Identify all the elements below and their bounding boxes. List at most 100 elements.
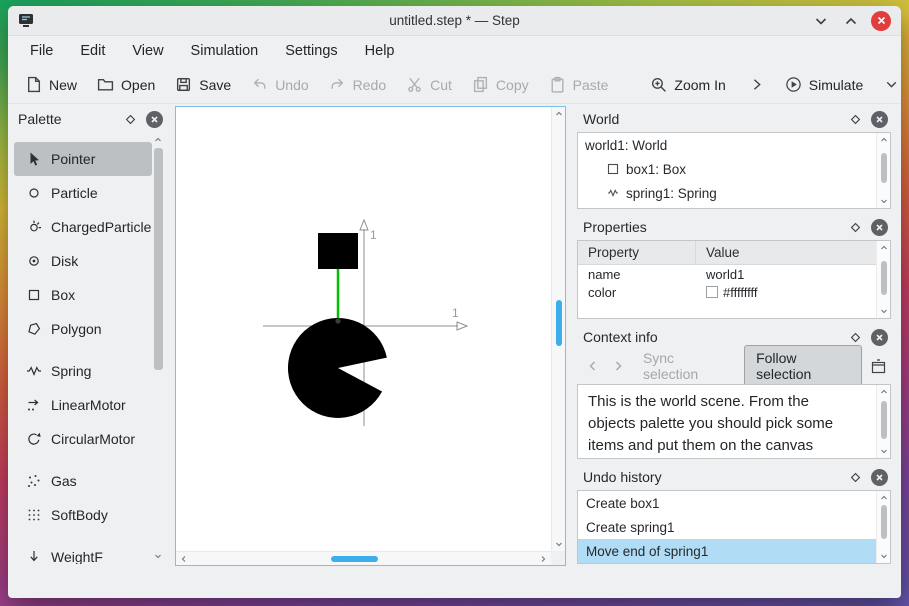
canvas-vscroll-thumb[interactable] <box>556 300 562 346</box>
zoom-in-button[interactable]: Zoom In <box>641 70 734 99</box>
scroll-up-icon[interactable] <box>555 110 563 118</box>
palette-item-circularmotor[interactable]: CircularMotor <box>14 422 152 456</box>
context-back-button[interactable] <box>585 357 602 375</box>
menu-view[interactable]: View <box>132 43 163 59</box>
palette-item-softbody[interactable]: SoftBody <box>14 498 152 532</box>
palette-item-particle[interactable]: Particle <box>14 176 152 210</box>
properties-scrollbar-thumb[interactable] <box>881 261 887 295</box>
palette-scrollbar <box>152 134 165 564</box>
context-close-button[interactable] <box>871 328 888 346</box>
properties-float-button[interactable] <box>846 218 864 236</box>
scroll-up-icon[interactable] <box>154 136 162 144</box>
context-info-panel-title: Context info <box>583 329 658 345</box>
world-scrollbar-thumb[interactable] <box>881 153 887 183</box>
palette-item-linearmotor[interactable]: LinearMotor <box>14 388 152 422</box>
palette-item-label: Spring <box>51 363 92 379</box>
properties-close-button[interactable] <box>871 218 888 236</box>
box1-object[interactable] <box>318 233 358 269</box>
world-close-button[interactable] <box>871 110 888 128</box>
menu-simulation[interactable]: Simulation <box>191 43 259 59</box>
tree-item-label: spring1: Spring <box>626 185 717 201</box>
properties-table-header[interactable]: Property Value <box>578 241 890 265</box>
canvas-hscroll-thumb[interactable] <box>331 556 378 562</box>
undo-history-close-button[interactable] <box>871 468 888 486</box>
scroll-left-icon[interactable] <box>180 555 188 563</box>
palette-item-chargedparticle[interactable]: ChargedParticle <box>14 210 152 244</box>
scene-canvas[interactable]: 1 1 <box>175 106 566 566</box>
palette-item-polygon[interactable]: Polygon <box>14 312 152 346</box>
follow-selection-button[interactable]: Follow selection <box>744 345 863 387</box>
palette-item-spring[interactable]: Spring <box>14 354 152 388</box>
world-float-button[interactable] <box>846 110 864 128</box>
redo-button[interactable]: Redo <box>320 70 395 99</box>
tree-item-box1[interactable]: box1: Box <box>578 157 890 181</box>
scroll-up-icon[interactable] <box>880 244 888 252</box>
menu-file[interactable]: File <box>30 43 53 59</box>
simulate-label: Simulate <box>808 76 864 93</box>
minimize-button[interactable] <box>811 11 831 31</box>
undo-scrollbar-thumb[interactable] <box>881 505 887 539</box>
spring-anchor-handle[interactable] <box>335 318 341 324</box>
context-scrollbar-thumb[interactable] <box>881 401 887 439</box>
menu-edit[interactable]: Edit <box>80 43 105 59</box>
menu-settings[interactable]: Settings <box>285 43 337 59</box>
linear-motor-icon <box>26 397 42 413</box>
titlebar[interactable]: untitled.step * — Step <box>8 6 901 36</box>
undo-item-move-end-of-spring1[interactable]: Move end of spring1 <box>578 539 890 563</box>
simulate-dropdown-button[interactable] <box>874 70 901 99</box>
undo-history-panel-title: Undo history <box>583 469 662 485</box>
cut-button[interactable]: Cut <box>397 70 461 99</box>
sync-selection-button[interactable]: Sync selection <box>635 346 736 386</box>
save-button[interactable]: Save <box>166 70 240 99</box>
palette-scrollbar-thumb[interactable] <box>154 148 163 370</box>
scroll-right-icon[interactable] <box>539 555 547 563</box>
scroll-down-icon[interactable] <box>880 197 888 205</box>
tree-item-world1[interactable]: world1: World <box>578 133 890 157</box>
redo-label: Redo <box>352 76 387 93</box>
property-row-name[interactable]: name world1 <box>578 265 890 283</box>
scroll-up-icon[interactable] <box>880 388 888 396</box>
property-row-color[interactable]: color #ffffffff <box>578 283 890 301</box>
simulate-button[interactable]: Simulate <box>776 70 872 99</box>
context-float-button[interactable] <box>846 328 864 346</box>
open-in-browser-icon[interactable] <box>870 357 887 375</box>
undo-history-float-button[interactable] <box>846 468 864 486</box>
menu-help[interactable]: Help <box>365 43 395 59</box>
scroll-down-icon[interactable] <box>154 552 162 560</box>
property-value: #ffffffff <box>723 284 758 300</box>
undo-button[interactable]: Undo <box>242 70 317 99</box>
context-forward-button[interactable] <box>610 357 627 375</box>
undo-item-create-spring1[interactable]: Create spring1 <box>578 515 890 539</box>
palette-panel: Palette Pointer Particle ChargedParticle… <box>10 106 168 566</box>
palette-item-label: Gas <box>51 473 77 489</box>
scroll-up-icon[interactable] <box>880 494 888 502</box>
palette-item-box[interactable]: Box <box>14 278 152 312</box>
maximize-button[interactable] <box>841 11 861 31</box>
context-info-body: This is the world scene. From the object… <box>577 384 891 459</box>
scroll-down-icon[interactable] <box>880 447 888 455</box>
undo-item-label: Create spring1 <box>586 519 675 535</box>
close-button[interactable] <box>871 10 891 31</box>
scroll-down-icon[interactable] <box>555 540 563 548</box>
palette-item-label: Box <box>51 287 76 303</box>
palette-close-button[interactable] <box>146 110 163 128</box>
palette-item-pointer[interactable]: Pointer <box>14 142 152 176</box>
open-button[interactable]: Open <box>88 70 164 99</box>
paste-button[interactable]: Paste <box>540 70 618 99</box>
tree-item-spring1[interactable]: spring1: Spring <box>578 181 890 205</box>
copy-button[interactable]: Copy <box>463 70 538 99</box>
palette-item-gas[interactable]: Gas <box>14 464 152 498</box>
disk-object[interactable] <box>287 317 387 418</box>
undo-item-create-box1[interactable]: Create box1 <box>578 491 890 515</box>
palette-item-disk[interactable]: Disk <box>14 244 152 278</box>
palette-float-button[interactable] <box>121 110 139 128</box>
scroll-up-icon[interactable] <box>880 136 888 144</box>
color-swatch <box>706 286 718 298</box>
undo-history-scrollbar <box>876 491 890 563</box>
scroll-down-icon[interactable] <box>880 307 888 315</box>
palette-item-weightforce[interactable]: WeightF <box>14 540 152 564</box>
new-button[interactable]: New <box>16 70 86 99</box>
toolbar-overflow-button[interactable] <box>739 70 774 99</box>
new-label: New <box>49 76 78 93</box>
scroll-down-icon[interactable] <box>880 552 888 560</box>
